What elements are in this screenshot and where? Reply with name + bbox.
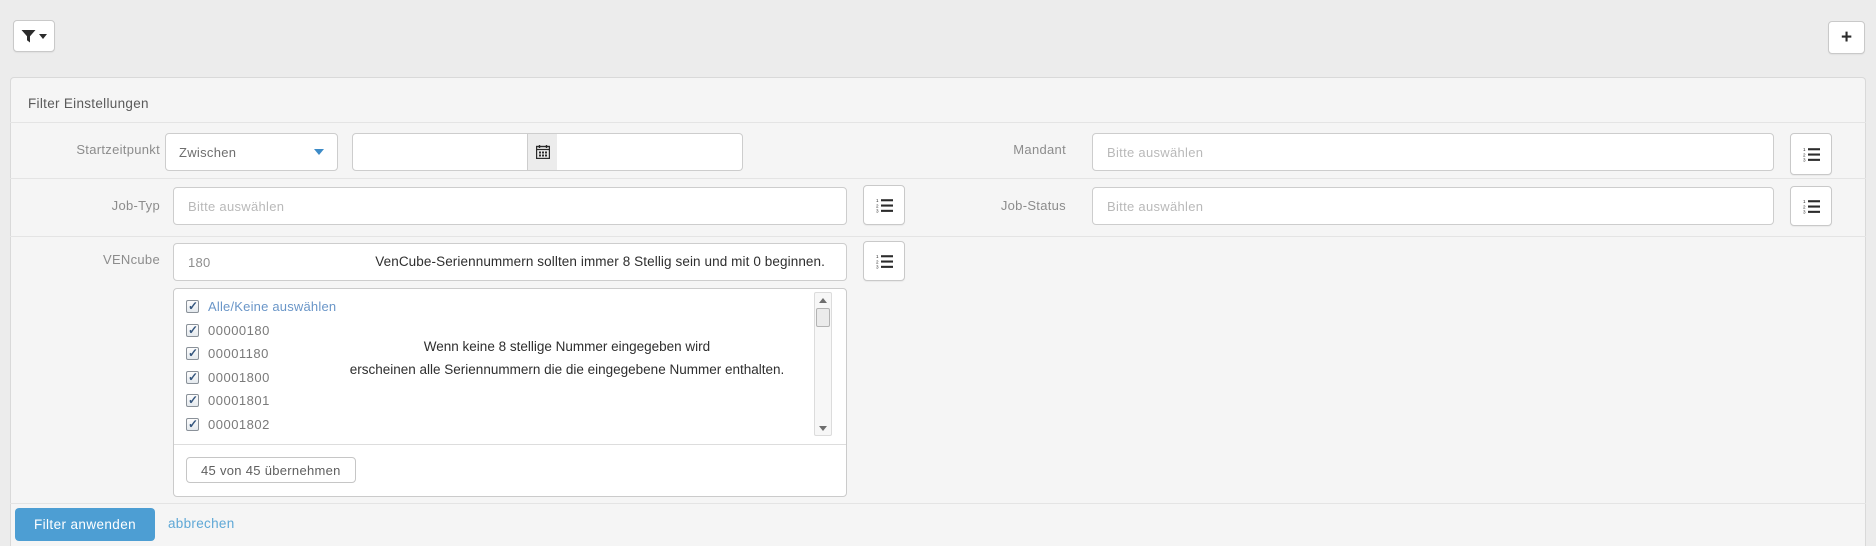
list-ol-icon: 1 2 3: [1803, 199, 1820, 214]
chevron-down-icon: [314, 149, 324, 155]
select-all-label[interactable]: Alle/Keine auswählen: [208, 299, 336, 314]
screen: + Filter Einstellungen Startzeitpunkt Zw…: [0, 0, 1876, 546]
svg-text:2: 2: [1803, 152, 1806, 157]
date-from-input[interactable]: [352, 133, 528, 171]
option-label: 00000180: [208, 322, 270, 338]
job-status-input[interactable]: [1092, 187, 1774, 225]
list-ol-icon: 1 2 3: [1803, 147, 1820, 162]
svg-text:3: 3: [876, 264, 879, 268]
option-label: 00001180: [208, 346, 269, 362]
panel-title: Filter Einstellungen: [28, 96, 149, 111]
option-checkbox[interactable]: [186, 393, 199, 408]
svg-text:1: 1: [876, 198, 879, 203]
svg-text:3: 3: [876, 208, 879, 212]
dropdown-divider: [174, 444, 846, 445]
mandant-input[interactable]: [1092, 133, 1774, 171]
svg-text:1: 1: [876, 254, 879, 259]
list-ol-icon: 1 2 3: [876, 198, 893, 213]
mandant-list-button[interactable]: 1 2 3: [1790, 133, 1832, 175]
header-divider: [10, 122, 1866, 123]
option-label: 00001800: [208, 369, 270, 385]
chevron-down-icon: [39, 33, 47, 39]
funnel-icon: [21, 29, 36, 42]
option-row: 00001802: [186, 413, 336, 437]
mandant-label: Mandant: [1013, 142, 1066, 157]
svg-text:3: 3: [1803, 157, 1806, 161]
add-filter-button[interactable]: +: [1828, 21, 1865, 54]
overlay-line-1: Wenn keine 8 stellige Nummer eingegeben …: [423, 339, 711, 354]
vencube-overlay-text: Wenn keine 8 stellige Nummer eingegeben …: [314, 335, 820, 381]
option-checkbox[interactable]: [186, 346, 199, 361]
vencube-input[interactable]: [173, 243, 847, 281]
row-divider: [10, 236, 1866, 237]
scroll-up-button[interactable]: [815, 293, 831, 307]
vencube-list-button[interactable]: 1 2 3: [863, 241, 905, 281]
triangle-down-icon: [819, 425, 827, 431]
startzeitpunkt-operator-select[interactable]: Zwischen: [165, 133, 338, 171]
footer-divider: [10, 503, 1866, 504]
operator-select-value: Zwischen: [179, 144, 237, 160]
svg-text:1: 1: [1803, 199, 1806, 204]
startzeitpunkt-label: Startzeitpunkt: [76, 142, 160, 157]
filter-toggle-button[interactable]: [13, 20, 55, 52]
job-typ-input[interactable]: [173, 187, 847, 225]
option-row: 00001800: [186, 366, 336, 390]
scroll-down-button[interactable]: [815, 421, 831, 435]
job-typ-list-button[interactable]: 1 2 3: [863, 185, 905, 225]
scrollbar[interactable]: [814, 292, 832, 436]
option-label: 00001802: [208, 416, 270, 432]
option-row: 00001801: [186, 389, 336, 413]
date-to-input[interactable]: [557, 133, 743, 171]
vencube-input-group: VenCube-Seriennummern sollten immer 8 St…: [173, 243, 847, 281]
option-row: 00000180: [186, 319, 336, 343]
option-checkbox[interactable]: [186, 417, 199, 431]
overlay-line-2: erscheinen alle Seriennummern die die ei…: [349, 362, 785, 377]
job-status-label: Job-Status: [1000, 198, 1066, 213]
list-ol-icon: 1 2 3: [876, 254, 893, 269]
vencube-label: VENcube: [102, 252, 160, 267]
select-all-checkbox[interactable]: [186, 299, 199, 314]
apply-selection-button[interactable]: 45 von 45 übernehmen: [186, 457, 356, 483]
job-typ-label: Job-Typ: [111, 198, 160, 213]
vencube-option-panel: Alle/Keine auswählen 00000180 00001180 0…: [173, 288, 847, 497]
option-checkbox[interactable]: [186, 323, 199, 337]
plus-icon: +: [1840, 26, 1853, 48]
row-divider: [10, 178, 1866, 179]
svg-text:3: 3: [1803, 209, 1806, 213]
svg-text:1: 1: [1803, 147, 1806, 152]
option-label: 00001801: [208, 393, 270, 409]
cancel-link[interactable]: abbrechen: [168, 516, 235, 531]
calendar-icon: [535, 145, 550, 159]
svg-text:2: 2: [1803, 204, 1806, 209]
triangle-up-icon: [819, 297, 827, 303]
vencube-option-list: Alle/Keine auswählen 00000180 00001180 0…: [186, 295, 336, 436]
calendar-button[interactable]: [527, 133, 558, 171]
scrollbar-thumb[interactable]: [816, 308, 830, 327]
job-status-list-button[interactable]: 1 2 3: [1790, 186, 1832, 226]
select-all-row: Alle/Keine auswählen: [186, 295, 336, 319]
svg-text:2: 2: [876, 259, 879, 264]
apply-filter-button[interactable]: Filter anwenden: [15, 508, 155, 541]
option-row: 00001180: [186, 342, 336, 366]
option-checkbox[interactable]: [186, 370, 199, 384]
svg-text:2: 2: [876, 203, 879, 208]
